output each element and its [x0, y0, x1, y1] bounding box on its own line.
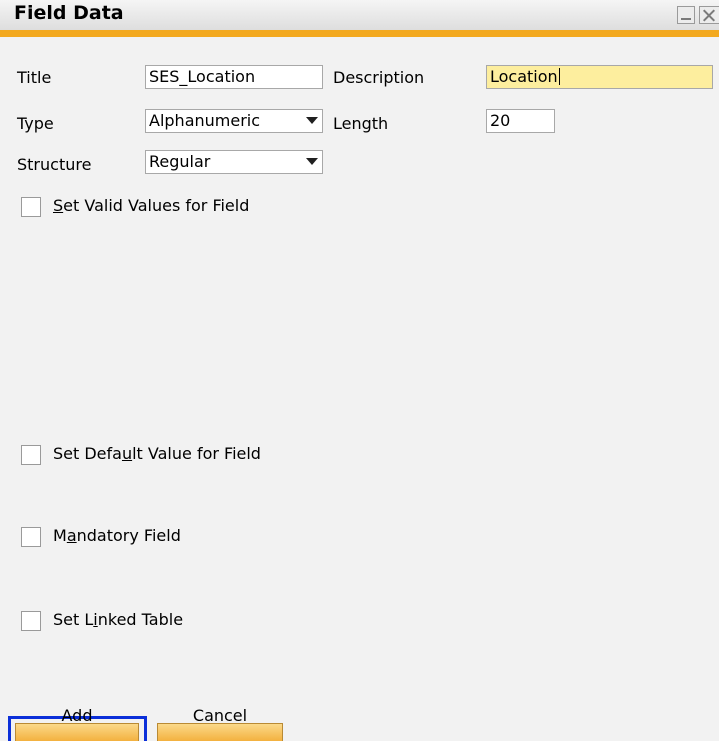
type-select[interactable]: Alphanumeric — [145, 109, 323, 133]
description-field[interactable]: Location — [486, 65, 713, 89]
structure-select-value: Regular — [149, 152, 211, 171]
length-field[interactable]: 20 — [486, 109, 555, 133]
valid-values-checkbox[interactable] — [21, 197, 41, 217]
add-button[interactable]: Add — [15, 708, 139, 741]
field-data-window: Field Data Title SES_Location Descriptio… — [0, 0, 719, 741]
chevron-down-icon[interactable] — [306, 117, 318, 124]
title-field-value: SES_Location — [149, 67, 256, 86]
type-select-value: Alphanumeric — [149, 111, 261, 130]
default-value-checkbox[interactable] — [21, 445, 41, 465]
mandatory-checkbox[interactable] — [21, 527, 41, 547]
title-field[interactable]: SES_Location — [145, 65, 323, 89]
length-field-value: 20 — [490, 111, 511, 130]
title-bar[interactable]: Field Data — [0, 0, 719, 30]
linked-table-checkbox[interactable] — [21, 611, 41, 631]
valid-values-label: Set Valid Values for Field — [53, 196, 250, 215]
length-label: Length — [333, 114, 389, 133]
window-title: Field Data — [14, 2, 124, 24]
close-icon[interactable] — [699, 6, 719, 24]
cancel-button-label: Cancel — [192, 706, 248, 725]
title-label: Title — [17, 68, 52, 87]
description-label: Description — [333, 68, 425, 87]
title-accent-bar — [0, 30, 719, 37]
structure-label: Structure — [17, 155, 92, 174]
text-caret — [558, 68, 560, 85]
add-button-label: Add — [61, 706, 93, 725]
cancel-button[interactable]: Cancel — [157, 708, 283, 741]
chevron-down-icon[interactable] — [306, 158, 318, 165]
minimize-icon[interactable] — [677, 6, 695, 24]
mandatory-label: Mandatory Field — [53, 526, 181, 545]
linked-table-label: Set Linked Table — [53, 610, 184, 629]
type-label: Type — [17, 114, 54, 133]
description-field-value: Location — [490, 67, 558, 86]
default-value-label: Set Default Value for Field — [53, 444, 261, 463]
structure-select[interactable]: Regular — [145, 150, 323, 174]
